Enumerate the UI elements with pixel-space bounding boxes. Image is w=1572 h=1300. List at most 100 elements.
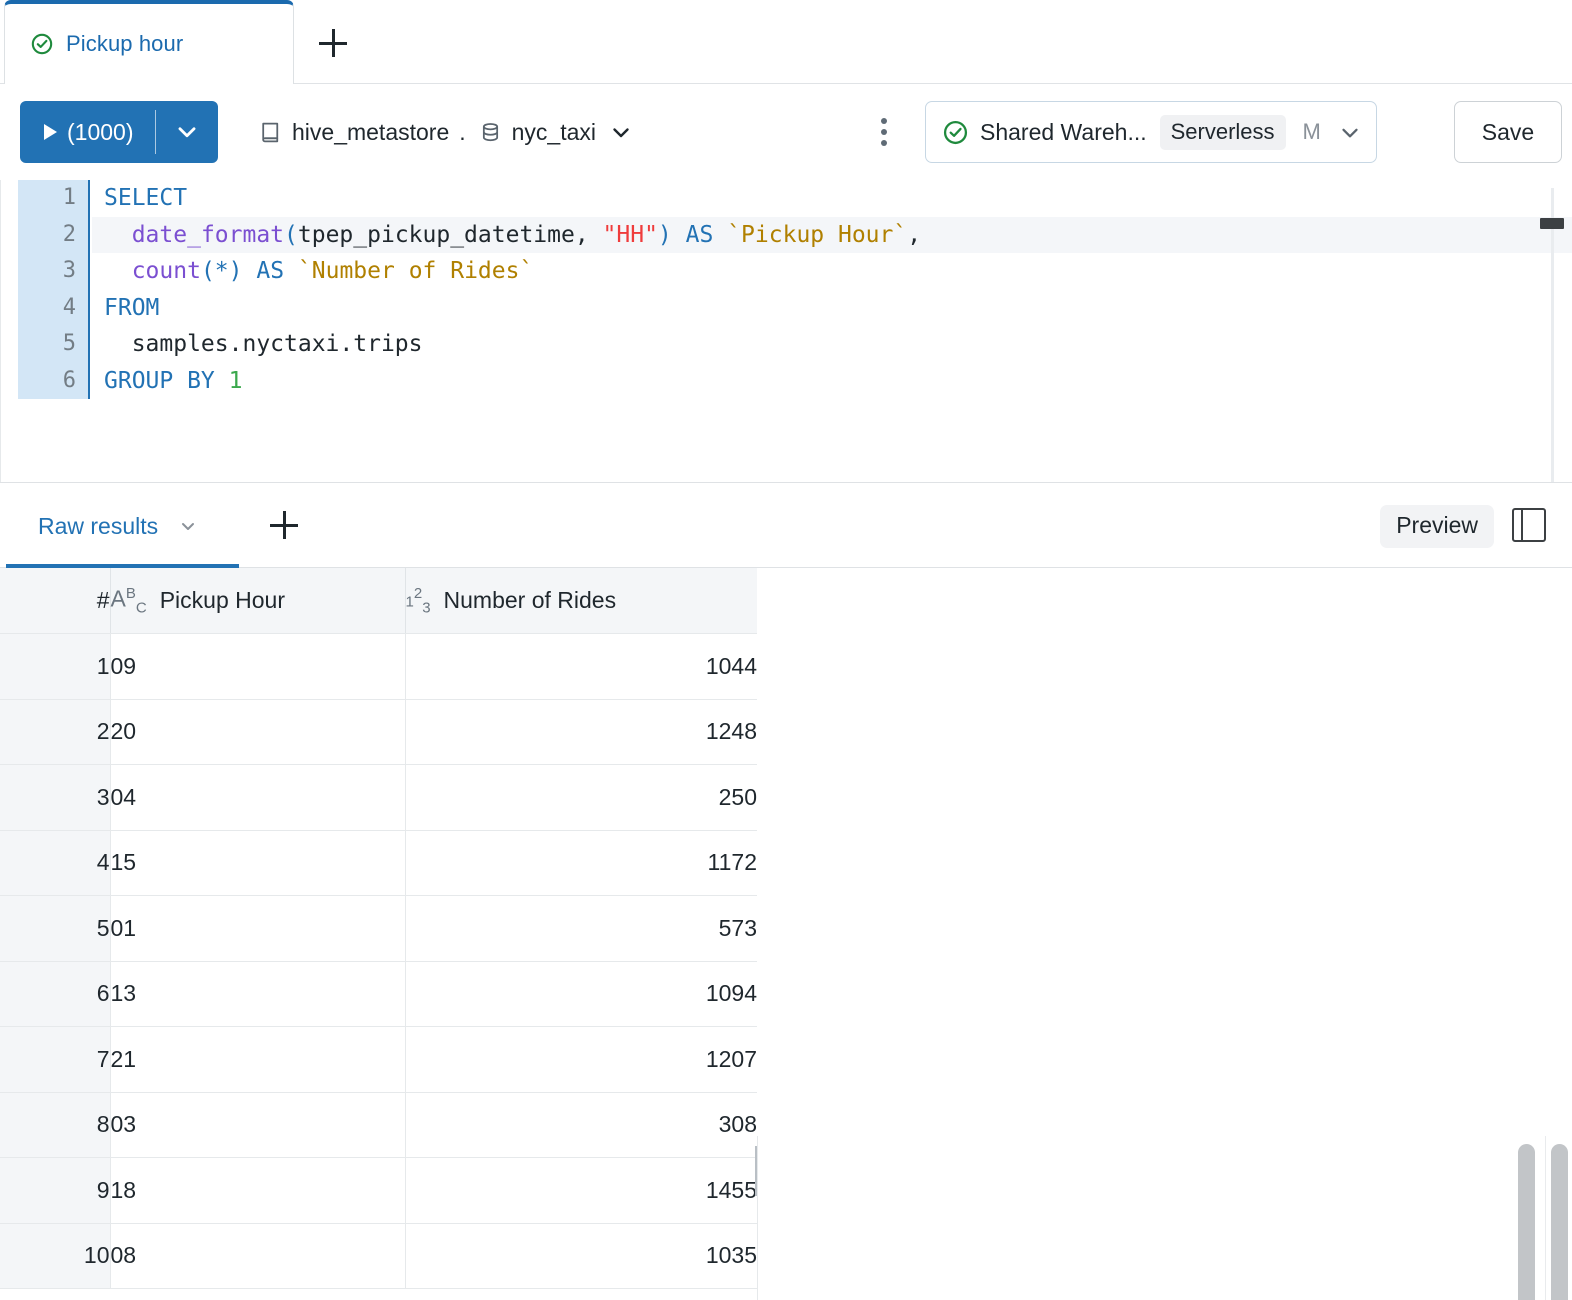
table-cell[interactable]: 1044 — [405, 634, 757, 700]
table-row[interactable]: 501573 — [0, 896, 757, 962]
table-row[interactable]: 2201248 — [0, 699, 757, 765]
row-index-cell: 10 — [0, 1223, 110, 1289]
results-tab-label: Raw results — [38, 513, 158, 540]
catalog-name: hive_metastore — [292, 119, 449, 146]
results-header: Raw results Preview — [0, 484, 1572, 568]
code-token: `Number of Rides` — [298, 258, 533, 284]
kebab-dot — [881, 129, 887, 135]
table-cell[interactable]: 250 — [405, 765, 757, 831]
table-cell[interactable]: 1172 — [405, 830, 757, 896]
play-icon — [44, 124, 57, 140]
editor-scrollbar-track — [1551, 188, 1554, 483]
editor-line-number-gutter: 123456 — [18, 180, 90, 399]
save-button[interactable]: Save — [1454, 101, 1562, 163]
editor-code-area[interactable]: SELECT date_format(tpep_pickup_datetime,… — [92, 180, 1572, 399]
table-cell[interactable]: 13 — [110, 961, 405, 1027]
row-index-cell: 7 — [0, 1027, 110, 1093]
code-line[interactable]: samples.nyctaxi.trips — [92, 326, 1572, 363]
row-index-cell: 1 — [0, 634, 110, 700]
tab-raw-results[interactable]: Raw results — [0, 484, 200, 568]
kebab-dot — [881, 118, 887, 124]
preview-badge[interactable]: Preview — [1380, 505, 1494, 548]
table-row[interactable]: 4151172 — [0, 830, 757, 896]
table-cell[interactable]: 1248 — [405, 699, 757, 765]
code-line[interactable]: SELECT — [92, 180, 1572, 217]
code-token — [104, 258, 132, 284]
row-index-cell: 6 — [0, 961, 110, 1027]
line-number: 1 — [18, 180, 88, 217]
table-cell[interactable]: 04 — [110, 765, 405, 831]
table-cell[interactable]: 15 — [110, 830, 405, 896]
column-header-index[interactable]: # — [0, 568, 110, 634]
table-cell[interactable]: 03 — [110, 1092, 405, 1158]
table-cell[interactable]: 01 — [110, 896, 405, 962]
sql-editor-page: Pickup hour (1000) hive_metastor — [0, 0, 1572, 1300]
kebab-dot — [881, 140, 887, 146]
code-token — [713, 222, 727, 248]
column-header-number-of-rides[interactable]: 123 Number of Rides — [405, 568, 757, 634]
tab-label: Pickup hour — [66, 31, 183, 57]
column-header-label: Number of Rides — [444, 587, 617, 614]
table-row[interactable]: 304250 — [0, 765, 757, 831]
results-table-container: # ABC Pickup Hour 123 Number of Rides — [0, 568, 1572, 1300]
table-header-row: # ABC Pickup Hour 123 Number of Rides — [0, 568, 757, 634]
code-token: count — [132, 258, 201, 284]
table-cell[interactable]: 08 — [110, 1223, 405, 1289]
run-query-button[interactable]: (1000) — [20, 101, 155, 163]
catalog-schema-selector[interactable]: hive_metastore . nyc_taxi — [258, 101, 633, 163]
side-panel-icon[interactable] — [1512, 508, 1546, 542]
chevron-down-icon — [1337, 119, 1363, 145]
column-header-pickup-hour[interactable]: ABC Pickup Hour — [110, 568, 405, 634]
schema-name: nyc_taxi — [512, 119, 596, 146]
warehouse-dropdown-caret[interactable] — [1337, 119, 1363, 145]
database-icon — [478, 120, 503, 145]
table-row[interactable]: 9181455 — [0, 1158, 757, 1224]
editor-left-rule — [0, 180, 1, 483]
sql-code-editor[interactable]: 123456 SELECT date_format(tpep_pickup_da… — [0, 180, 1572, 483]
table-cell[interactable]: 308 — [405, 1092, 757, 1158]
table-row[interactable]: 6131094 — [0, 961, 757, 1027]
table-row[interactable]: 1091044 — [0, 634, 757, 700]
code-token — [672, 222, 686, 248]
code-token: `Pickup Hour` — [727, 222, 907, 248]
line-number: 6 — [18, 363, 88, 400]
table-cell[interactable]: 573 — [405, 896, 757, 962]
table-cell[interactable]: 21 — [110, 1027, 405, 1093]
code-line[interactable]: GROUP BY 1 — [92, 363, 1572, 400]
results-vertical-scrollbar[interactable] — [1518, 1144, 1535, 1300]
page-vertical-scrollbar[interactable] — [1551, 1144, 1568, 1300]
table-cell[interactable]: 1207 — [405, 1027, 757, 1093]
row-index-cell: 8 — [0, 1092, 110, 1158]
save-button-label: Save — [1482, 119, 1534, 146]
code-line[interactable]: count(*) AS `Number of Rides` — [92, 253, 1572, 290]
check-circle-icon — [943, 120, 968, 145]
run-options-dropdown[interactable] — [156, 101, 218, 163]
line-number: 2 — [18, 217, 88, 254]
code-token: ) — [658, 222, 672, 248]
tab-pickup-hour[interactable]: Pickup hour — [4, 0, 294, 84]
table-cell[interactable]: 20 — [110, 699, 405, 765]
table-cell[interactable]: 09 — [110, 634, 405, 700]
more-options-button[interactable] — [866, 101, 902, 163]
table-row[interactable]: 803308 — [0, 1092, 757, 1158]
code-token: AS — [686, 222, 714, 248]
code-line[interactable]: FROM — [92, 290, 1572, 327]
add-visualization-button[interactable] — [262, 503, 306, 547]
code-line[interactable]: date_format(tpep_pickup_datetime, "HH") … — [92, 217, 1572, 254]
add-tab-button[interactable] — [310, 20, 356, 66]
warehouse-name: Shared Wareh... — [980, 119, 1147, 146]
editor-scrollbar-thumb[interactable] — [1540, 218, 1564, 229]
warehouse-type-badge: Serverless — [1160, 115, 1286, 150]
plus-icon — [270, 511, 298, 539]
run-query-button-group[interactable]: (1000) — [20, 101, 218, 163]
table-cell[interactable]: 1094 — [405, 961, 757, 1027]
table-cell[interactable]: 1035 — [405, 1223, 757, 1289]
chevron-down-icon[interactable] — [176, 514, 200, 538]
table-cell[interactable]: 1455 — [405, 1158, 757, 1224]
code-token: (*) — [201, 258, 243, 284]
table-row[interactable]: 7211207 — [0, 1027, 757, 1093]
warehouse-selector[interactable]: Shared Wareh... Serverless M — [925, 101, 1377, 163]
table-cell[interactable]: 18 — [110, 1158, 405, 1224]
row-index-cell: 5 — [0, 896, 110, 962]
table-row[interactable]: 10081035 — [0, 1223, 757, 1289]
